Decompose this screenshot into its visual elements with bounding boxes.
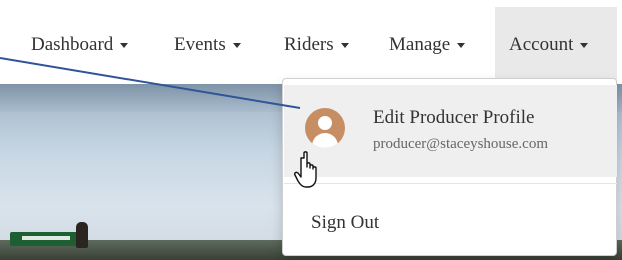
profile-email: producer@staceyshouse.com bbox=[373, 136, 549, 152]
sign-out-item[interactable]: Sign Out bbox=[284, 205, 617, 241]
nav-events-label: Events bbox=[174, 34, 226, 55]
nav-events[interactable]: Events bbox=[174, 30, 241, 60]
caret-down-icon bbox=[120, 43, 129, 49]
menu-divider bbox=[284, 183, 617, 184]
edit-profile-label: Edit Producer Profile bbox=[373, 107, 535, 128]
caret-down-icon bbox=[457, 43, 466, 49]
edit-profile-item[interactable]: Edit Producer Profile producer@staceysho… bbox=[284, 85, 617, 177]
nav-account-label: Account bbox=[509, 34, 574, 55]
nav-manage-label: Manage bbox=[389, 34, 451, 55]
caret-down-icon bbox=[340, 43, 349, 49]
hand-pointer-icon bbox=[294, 151, 317, 188]
nav-riders[interactable]: Riders bbox=[284, 30, 349, 60]
nav-riders-label: Riders bbox=[284, 34, 334, 55]
user-avatar-icon bbox=[305, 108, 345, 148]
nav-account[interactable]: Account bbox=[509, 30, 589, 60]
caret-down-icon bbox=[580, 43, 589, 49]
nav-dashboard-label: Dashboard bbox=[31, 34, 114, 55]
rider-figure-image bbox=[76, 222, 88, 248]
caret-down-icon bbox=[232, 43, 241, 49]
account-dropdown-menu: Edit Producer Profile producer@staceysho… bbox=[282, 78, 617, 256]
nav-dashboard[interactable]: Dashboard bbox=[31, 30, 129, 60]
top-navbar: Dashboard Events Riders Manage Account bbox=[0, 0, 622, 85]
nav-manage[interactable]: Manage bbox=[389, 30, 466, 60]
